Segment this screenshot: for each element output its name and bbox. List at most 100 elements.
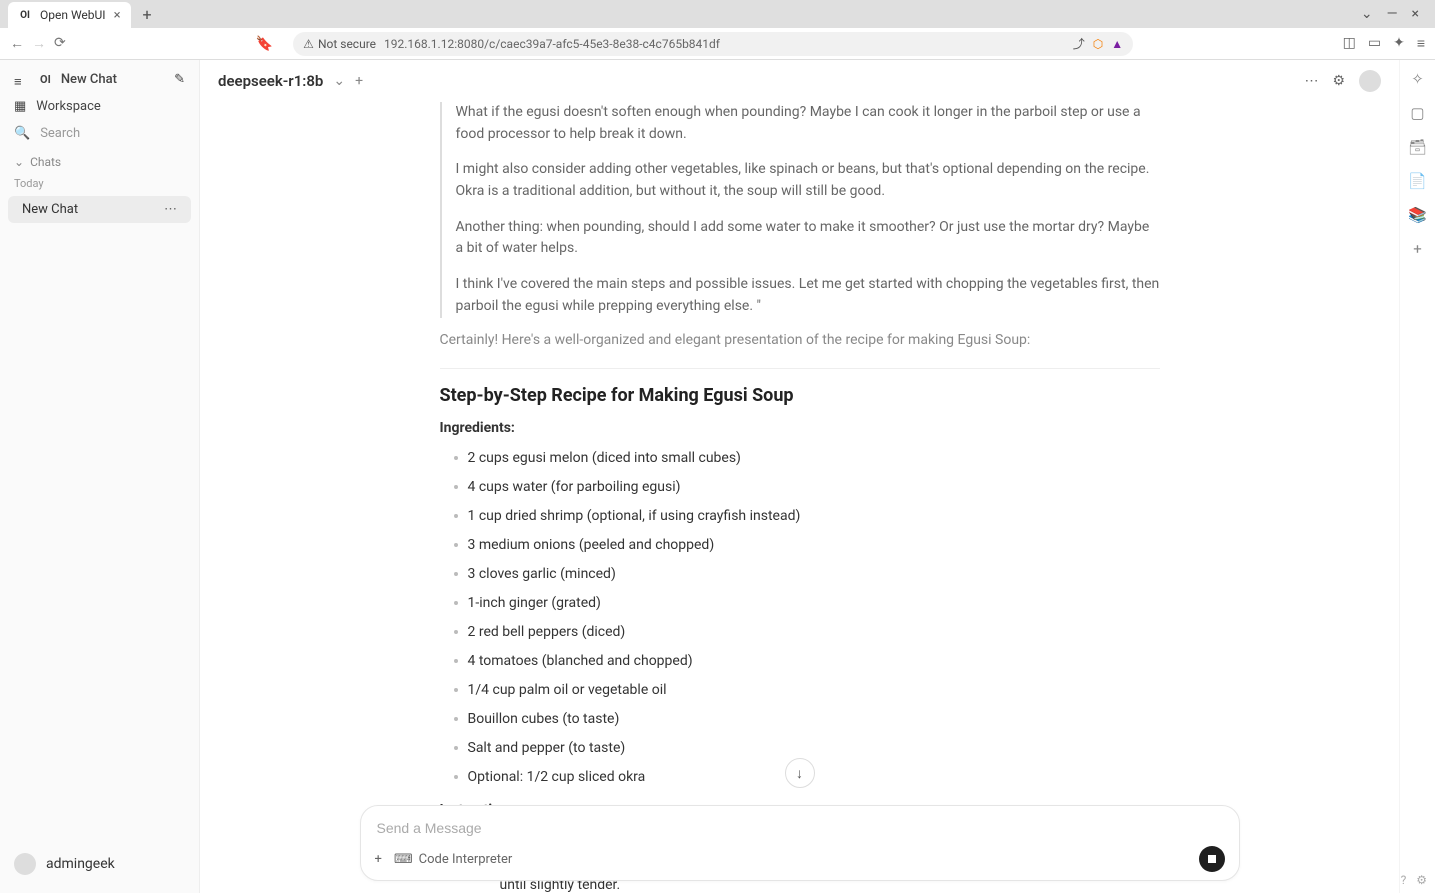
chat-item-menu-icon[interactable]: ⋯ xyxy=(164,202,177,217)
back-icon[interactable]: ← xyxy=(10,35,24,52)
sidepanel-icon[interactable]: ◫ xyxy=(1343,35,1356,52)
chats-section[interactable]: ⌄ Chats xyxy=(0,147,199,173)
header-avatar-icon[interactable] xyxy=(1359,70,1381,92)
grid-icon: ▦ xyxy=(14,99,26,114)
plus-icon: + xyxy=(375,852,382,867)
edit-icon[interactable]: ✎ xyxy=(174,72,185,87)
window-close-icon[interactable]: × xyxy=(1412,6,1419,22)
expand-icon[interactable]: ✧ xyxy=(1411,70,1424,88)
browser-right-icons: ◫ ▭ ✦ ≡ xyxy=(1343,35,1425,52)
nav-buttons: ← → ⟳ xyxy=(10,35,66,52)
sidebar-user[interactable]: admingeek xyxy=(0,843,199,885)
ingredients-heading: Ingredients: xyxy=(440,420,1160,436)
workspace-button[interactable]: ▦ Workspace xyxy=(0,93,199,120)
user-avatar-icon xyxy=(14,853,36,875)
code-interpreter-label: Code Interpreter xyxy=(419,852,513,867)
reasoning-paragraph: What if the egusi doesn't soften enough … xyxy=(456,102,1160,145)
not-secure-badge: ⚠ Not secure xyxy=(303,37,376,51)
address-bar: ← → ⟳ 🔖 ⚠ Not secure 192.168.1.12:8080/c… xyxy=(0,28,1435,60)
send-button[interactable] xyxy=(1199,846,1225,872)
bookmark-icon[interactable]: 🔖 xyxy=(256,36,273,52)
search-icon: 🔍 xyxy=(14,126,30,141)
notes-icon[interactable]: 📄 xyxy=(1408,172,1427,190)
list-item: 1 cup dried shrimp (optional, if using c… xyxy=(450,502,1160,531)
url-text: 192.168.1.12:8080/c/caec39a7-afc5-45e3-8… xyxy=(384,37,720,51)
app-logo-icon: OI xyxy=(40,73,51,86)
list-item: Bouillon cubes (to taste) xyxy=(450,705,1160,734)
today-label: Today xyxy=(0,173,199,194)
browser-chrome: OI Open WebUI × + ⌄ — × ← → ⟳ 🔖 ⚠ Not se… xyxy=(0,0,1435,60)
url-box[interactable]: ⚠ Not secure 192.168.1.12:8080/c/caec39a… xyxy=(293,32,1133,56)
library-icon[interactable]: 📚 xyxy=(1408,206,1427,224)
scroll-down-button[interactable]: ↓ xyxy=(785,758,815,788)
list-item: 1/4 cup palm oil or vegetable oil xyxy=(450,676,1160,705)
list-item: 4 tomatoes (blanched and chopped) xyxy=(450,647,1160,676)
list-item: 3 medium onions (peeled and chopped) xyxy=(450,531,1160,560)
attach-button[interactable]: + xyxy=(375,852,382,867)
list-item: 3 cloves garlic (minced) xyxy=(450,560,1160,589)
panel-icon[interactable]: ▢ xyxy=(1410,104,1424,122)
response-intro: Certainly! Here's a well-organized and e… xyxy=(440,332,1160,348)
tab-favicon: OI xyxy=(18,8,32,22)
list-item: 1-inch ginger (grated) xyxy=(450,589,1160,618)
divider xyxy=(440,368,1160,369)
composer-toolbar: + ⌨ Code Interpreter xyxy=(375,846,1225,872)
chat-item[interactable]: New Chat ⋯ xyxy=(8,196,191,223)
right-rail: ✧ ▢ 🗃 📄 📚 + xyxy=(1399,60,1435,893)
list-item: 2 cups egusi melon (diced into small cub… xyxy=(450,444,1160,473)
code-interpreter-button[interactable]: ⌨ Code Interpreter xyxy=(394,852,512,867)
window-minimize-icon[interactable]: ⌄ xyxy=(1361,6,1373,22)
forward-icon[interactable]: → xyxy=(32,35,46,52)
close-tab-icon[interactable]: × xyxy=(114,8,121,23)
app-root: ≡ OI New Chat ✎ ▦ Workspace 🔍 Search ⌄ C… xyxy=(0,60,1435,893)
workspace-label: Workspace xyxy=(36,99,101,114)
tab-bar: OI Open WebUI × + ⌄ — × xyxy=(0,0,1435,28)
add-model-button[interactable]: + xyxy=(355,73,363,89)
wallet-icon[interactable]: ▭ xyxy=(1368,35,1381,52)
menu-icon[interactable]: ≡ xyxy=(1417,35,1425,52)
new-chat-label: New Chat xyxy=(61,72,117,87)
reasoning-paragraph: Another thing: when pounding, should I a… xyxy=(456,217,1160,260)
chevron-down-icon: ⌄ xyxy=(14,155,24,169)
add-panel-icon[interactable]: + xyxy=(1413,240,1422,258)
brave-logo-icon[interactable]: ▲ xyxy=(1111,37,1123,51)
list-item: 2 red bell peppers (diced) xyxy=(450,618,1160,647)
chats-label: Chats xyxy=(30,155,61,169)
help-button[interactable]: ? xyxy=(1401,873,1407,887)
archive-icon[interactable]: 🗃 xyxy=(1408,138,1427,156)
main-header: deepseek-r1:8b ⌄ + ⋯ ⚙ xyxy=(200,60,1399,102)
extensions-icon[interactable]: ✦ xyxy=(1393,35,1405,52)
recipe-title: Step-by-Step Recipe for Making Egusi Sou… xyxy=(440,385,1160,406)
ingredients-list: 2 cups egusi melon (diced into small cub… xyxy=(440,444,1160,792)
message-input[interactable] xyxy=(375,816,1225,846)
brave-shield-icon[interactable]: ⬡ xyxy=(1093,37,1103,51)
user-name: admingeek xyxy=(46,856,115,872)
not-secure-label: Not secure xyxy=(318,37,376,51)
chevron-down-icon[interactable]: ⌄ xyxy=(333,73,345,89)
window-min-icon[interactable]: — xyxy=(1387,6,1398,22)
model-selector[interactable]: deepseek-r1:8b xyxy=(218,72,323,90)
window-controls: ⌄ — × xyxy=(1361,6,1427,22)
main-area: deepseek-r1:8b ⌄ + ⋯ ⚙ What if the egusi… xyxy=(200,60,1399,893)
search-row[interactable]: 🔍 Search xyxy=(0,120,199,147)
code-icon: ⌨ xyxy=(394,852,413,867)
tab-title: Open WebUI xyxy=(40,8,106,22)
reload-icon[interactable]: ⟳ xyxy=(54,35,66,52)
composer-wrap: + ⌨ Code Interpreter xyxy=(200,805,1399,881)
browser-tab[interactable]: OI Open WebUI × xyxy=(8,2,131,28)
sidebar: ≡ OI New Chat ✎ ▦ Workspace 🔍 Search ⌄ C… xyxy=(0,60,200,893)
search-placeholder: Search xyxy=(40,126,80,141)
more-icon[interactable]: ⋯ xyxy=(1304,73,1318,89)
controls-icon[interactable]: ⚙ xyxy=(1332,73,1345,89)
new-chat-button[interactable]: OI New Chat ✎ xyxy=(0,66,199,93)
warning-icon: ⚠ xyxy=(303,37,314,51)
share-icon[interactable]: ⤴ xyxy=(1073,35,1085,52)
settings-icon[interactable]: ⚙ xyxy=(1416,873,1427,887)
arrow-down-icon: ↓ xyxy=(796,765,803,782)
list-item: 4 cups water (for parboiling egusi) xyxy=(450,473,1160,502)
header-right: ⋯ ⚙ xyxy=(1304,70,1381,92)
new-tab-button[interactable]: + xyxy=(135,5,160,24)
reasoning-block: What if the egusi doesn't soften enough … xyxy=(440,102,1160,318)
stop-icon xyxy=(1208,855,1216,863)
bottom-right-controls: ? ⚙ xyxy=(1401,873,1427,887)
